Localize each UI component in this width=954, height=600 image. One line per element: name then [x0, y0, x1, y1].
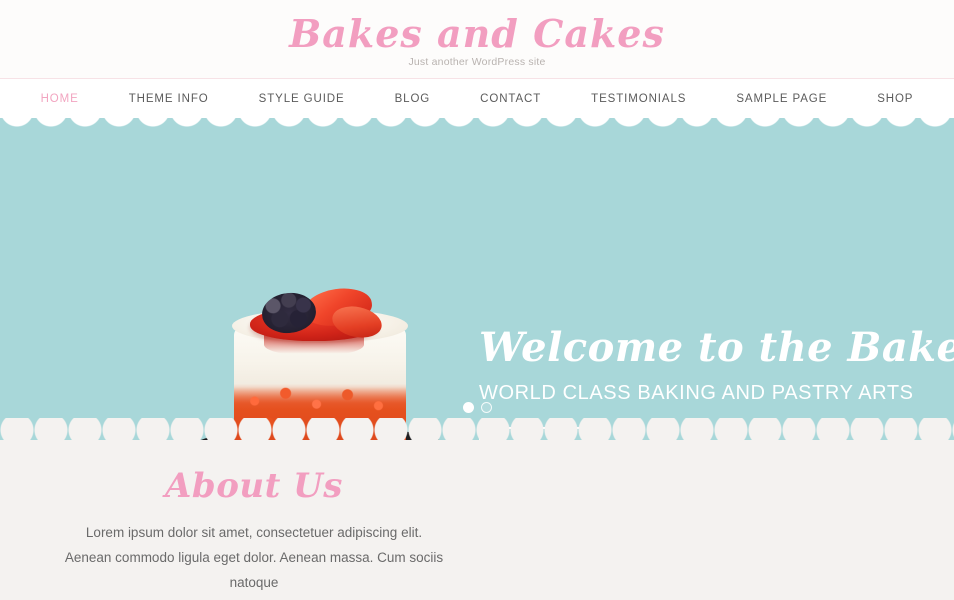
site-header: Bakes and Cakes Just another WordPress s… — [0, 0, 954, 79]
about-section: About Us Lorem ipsum dolor sit amet, con… — [0, 440, 954, 600]
nav-item-contact[interactable]: CONTACT — [455, 93, 566, 105]
hero-inner: Welcome to the Bakery WORLD CLASS BAKING… — [0, 118, 954, 440]
nav-item-sample-page[interactable]: SAMPLE PAGE — [711, 93, 852, 105]
nav-item-testimonials[interactable]: TESTIMONIALS — [566, 93, 711, 105]
nav-item-style-guide[interactable]: STYLE GUIDE — [234, 93, 370, 105]
about-title: About Us — [165, 466, 343, 506]
page-root: Bakes and Cakes Just another WordPress s… — [0, 0, 954, 600]
site-tagline: Just another WordPress site — [408, 56, 546, 68]
main-navigation: HOME THEME INFO STYLE GUIDE BLOG CONTACT… — [0, 79, 954, 118]
about-text-column: About Us Lorem ipsum dolor sit amet, con… — [64, 466, 444, 595]
hero-title: Welcome to the Bakery — [479, 324, 954, 371]
nav-item-blog[interactable]: BLOG — [370, 93, 456, 105]
about-paragraph: Lorem ipsum dolor sit amet, consectetuer… — [64, 525, 444, 590]
about-grid: About Us Lorem ipsum dolor sit amet, con… — [0, 466, 954, 595]
hero-cake-image — [176, 278, 466, 440]
nav-item-shop[interactable]: SHOP — [852, 93, 938, 105]
nav-item-home[interactable]: HOME — [16, 93, 104, 105]
site-title: Bakes and Cakes — [289, 11, 665, 56]
slider-pagination — [0, 402, 954, 413]
scallop-top-edge — [0, 118, 954, 142]
nav-item-theme-info[interactable]: THEME INFO — [104, 93, 234, 105]
slider-dot-1[interactable] — [462, 402, 474, 413]
scallop-bottom-edge — [0, 418, 954, 440]
slider-dot-2[interactable] — [480, 402, 492, 413]
hero-slider: Welcome to the Bakery WORLD CLASS BAKING… — [0, 118, 954, 440]
